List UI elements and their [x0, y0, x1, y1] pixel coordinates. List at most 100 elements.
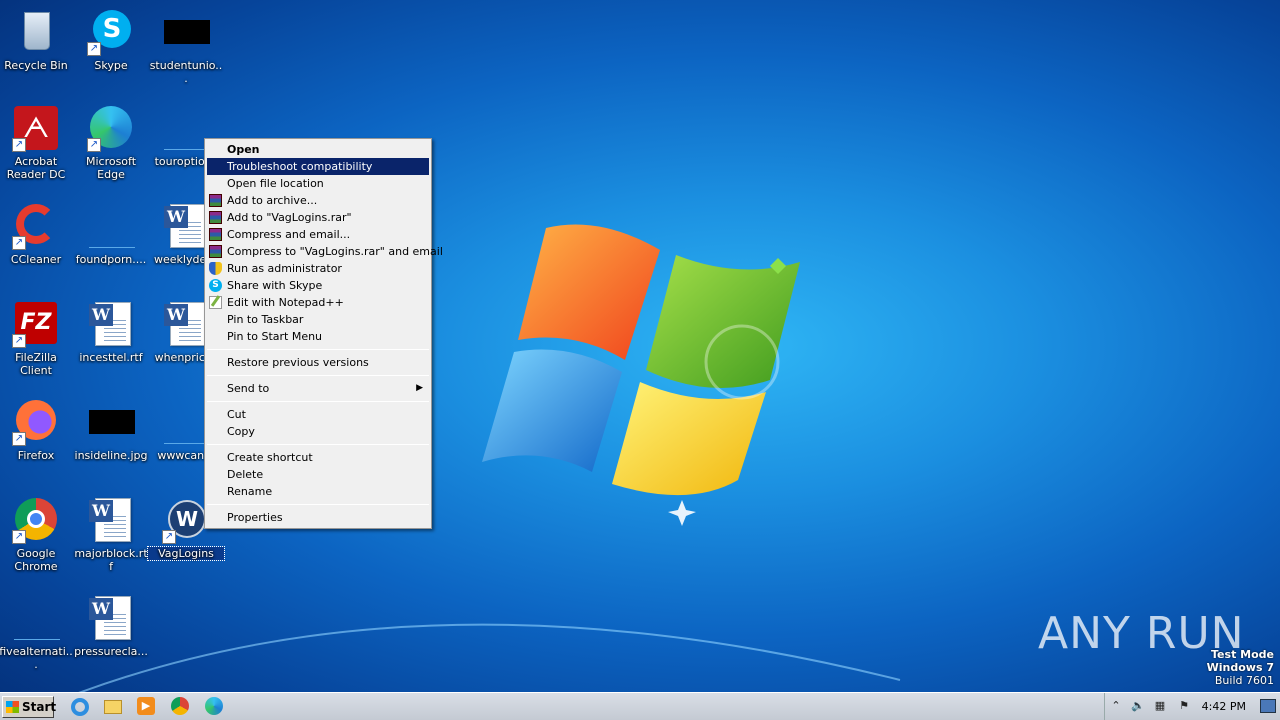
winrar-icon	[209, 228, 222, 241]
shortcut-arrow-icon: ↗	[87, 138, 101, 152]
desktop-icon-fivealternatives[interactable]: fivealternati...	[0, 594, 74, 671]
desktop-icon-label: pressurecla...	[74, 645, 148, 658]
file-icon	[87, 202, 135, 250]
test-mode-notice: Test Mode Windows 7 Build 7601	[1207, 648, 1274, 687]
menu-item-run-as-administrator[interactable]: Run as administrator	[205, 260, 431, 277]
menu-item-rename[interactable]: Rename	[205, 483, 431, 500]
acrobat-icon: ᗅ ↗	[12, 104, 60, 152]
winrar-icon	[209, 194, 222, 207]
word-doc-icon: W	[87, 300, 135, 348]
uac-shield-icon	[209, 262, 222, 275]
menu-separator	[207, 375, 429, 376]
menu-item-label: Add to archive...	[227, 194, 318, 207]
menu-item-open[interactable]: Open	[205, 141, 431, 158]
edge-icon[interactable]	[205, 697, 225, 717]
menu-item-copy[interactable]: Copy	[205, 423, 431, 440]
menu-item-restore-previous-versions[interactable]: Restore previous versions	[205, 354, 431, 371]
desktop-icon-incesttel[interactable]: W incesttel.rtf	[73, 300, 149, 364]
desktop-icon-insideline[interactable]: insideline.jpg	[73, 398, 149, 462]
media-player-icon[interactable]: ▶	[137, 697, 157, 717]
menu-item-cut[interactable]: Cut	[205, 406, 431, 423]
desktop-icon-label: Microsoft Edge	[85, 155, 137, 181]
internet-explorer-icon[interactable]	[70, 697, 90, 717]
chrome-icon[interactable]	[171, 697, 191, 717]
menu-separator	[207, 504, 429, 505]
menu-item-troubleshoot-compatibility[interactable]: Troubleshoot compatibility	[207, 158, 429, 175]
action-center-flag-icon[interactable]: ⚑	[1177, 699, 1191, 713]
build-number-label: Build 7601	[1214, 674, 1274, 687]
network-icon[interactable]: ▦	[1153, 699, 1167, 713]
menu-item-open-file-location[interactable]: Open file location	[205, 175, 431, 192]
shortcut-arrow-icon: ↗	[12, 432, 26, 446]
notepadpp-icon	[209, 296, 222, 309]
image-file-icon	[162, 8, 210, 56]
desktop-icon-label: Google Chrome	[14, 547, 58, 573]
word-doc-icon: W	[162, 300, 210, 348]
menu-item-label: Compress and email...	[227, 228, 351, 241]
desktop-icon-filezilla[interactable]: FZ ↗ FileZilla Client	[0, 300, 74, 377]
word-doc-icon: W	[162, 202, 210, 250]
desktop-icon-majorblock[interactable]: W majorblock.rtf	[73, 496, 149, 573]
system-tray: ⌃ 🔈 ▦ ⚑ 4:42 PM	[1104, 693, 1280, 720]
desktop-icon-label: Firefox	[17, 449, 55, 462]
menu-item-compress-and-email[interactable]: Compress and email...	[205, 226, 431, 243]
filezilla-icon: FZ ↗	[12, 300, 60, 348]
ccleaner-icon: ↗	[12, 202, 60, 250]
firefox-icon: ↗	[12, 398, 60, 446]
menu-item-create-shortcut[interactable]: Create shortcut	[205, 449, 431, 466]
desktop-icon-edge[interactable]: ↗ Microsoft Edge	[73, 104, 149, 181]
desktop-icon-label: Acrobat Reader DC	[6, 155, 66, 181]
desktop-icon-studentunion[interactable]: studentunio...	[148, 8, 224, 85]
menu-item-send-to[interactable]: Send to ▶	[205, 380, 431, 397]
start-label: Start	[22, 700, 57, 714]
menu-item-add-to-rar[interactable]: Add to "VagLogins.rar"	[205, 209, 431, 226]
menu-item-edit-with-notepadpp[interactable]: Edit with Notepad++	[205, 294, 431, 311]
shortcut-arrow-icon: ↗	[12, 530, 26, 544]
desktop-icon-foundporn[interactable]: foundporn....	[73, 202, 149, 266]
submenu-arrow-icon: ▶	[416, 383, 423, 393]
shortcut-arrow-icon: ↗	[12, 138, 26, 152]
winrar-icon	[209, 245, 222, 258]
menu-item-pin-to-start-menu[interactable]: Pin to Start Menu	[205, 328, 431, 345]
desktop-icon-label: incesttel.rtf	[79, 351, 143, 364]
file-icon	[12, 594, 60, 642]
image-file-icon	[87, 398, 135, 446]
menu-item-pin-to-taskbar[interactable]: Pin to Taskbar	[205, 311, 431, 328]
menu-item-label: Add to "VagLogins.rar"	[227, 211, 352, 224]
desktop-icon-label: Recycle Bin	[4, 59, 68, 72]
volkswagen-icon: W ↗	[162, 496, 210, 544]
menu-item-compress-rar-and-email[interactable]: Compress to "VagLogins.rar" and email	[205, 243, 443, 260]
desktop-icon-label: VagLogins	[147, 546, 225, 561]
desktop-icon-recycle-bin[interactable]: Recycle Bin	[0, 8, 74, 72]
show-hidden-icons-chevron-icon[interactable]: ⌃	[1109, 699, 1123, 713]
desktop-icon-acrobat[interactable]: ᗅ ↗ Acrobat Reader DC	[0, 104, 74, 181]
chrome-icon: ↗	[12, 496, 60, 544]
menu-item-delete[interactable]: Delete	[205, 466, 431, 483]
menu-item-share-with-skype[interactable]: S Share with Skype	[205, 277, 431, 294]
shortcut-arrow-icon: ↗	[162, 530, 176, 544]
windows-version-label: Windows 7	[1206, 661, 1274, 674]
desktop-icon-chrome[interactable]: ↗ Google Chrome	[0, 496, 74, 573]
file-icon	[162, 104, 210, 152]
menu-item-add-to-archive[interactable]: Add to archive...	[205, 192, 431, 209]
menu-separator	[207, 401, 429, 402]
word-doc-icon: W	[87, 594, 135, 642]
edge-icon: ↗	[87, 104, 135, 152]
show-desktop-button[interactable]	[1260, 699, 1276, 713]
word-doc-icon: W	[87, 496, 135, 544]
file-icon	[162, 398, 210, 446]
volume-icon[interactable]: 🔈	[1131, 699, 1145, 713]
start-button[interactable]: Start	[2, 696, 57, 718]
desktop-icon-ccleaner[interactable]: ↗ CCleaner	[0, 202, 74, 266]
winrar-icon	[209, 211, 222, 224]
desktop-icon-label: insideline.jpg	[74, 449, 148, 462]
skype-icon: S ↗	[87, 8, 135, 56]
desktop-icon-pressureclass[interactable]: W pressurecla...	[73, 594, 149, 658]
file-explorer-icon[interactable]	[104, 697, 124, 717]
desktop-icon-firefox[interactable]: ↗ Firefox	[0, 398, 74, 462]
menu-item-properties[interactable]: Properties	[205, 509, 431, 526]
shortcut-arrow-icon: ↗	[12, 334, 26, 348]
shortcut-arrow-icon: ↗	[87, 42, 101, 56]
clock[interactable]: 4:42 PM	[1202, 700, 1246, 713]
desktop-icon-skype[interactable]: S ↗ Skype	[73, 8, 149, 72]
